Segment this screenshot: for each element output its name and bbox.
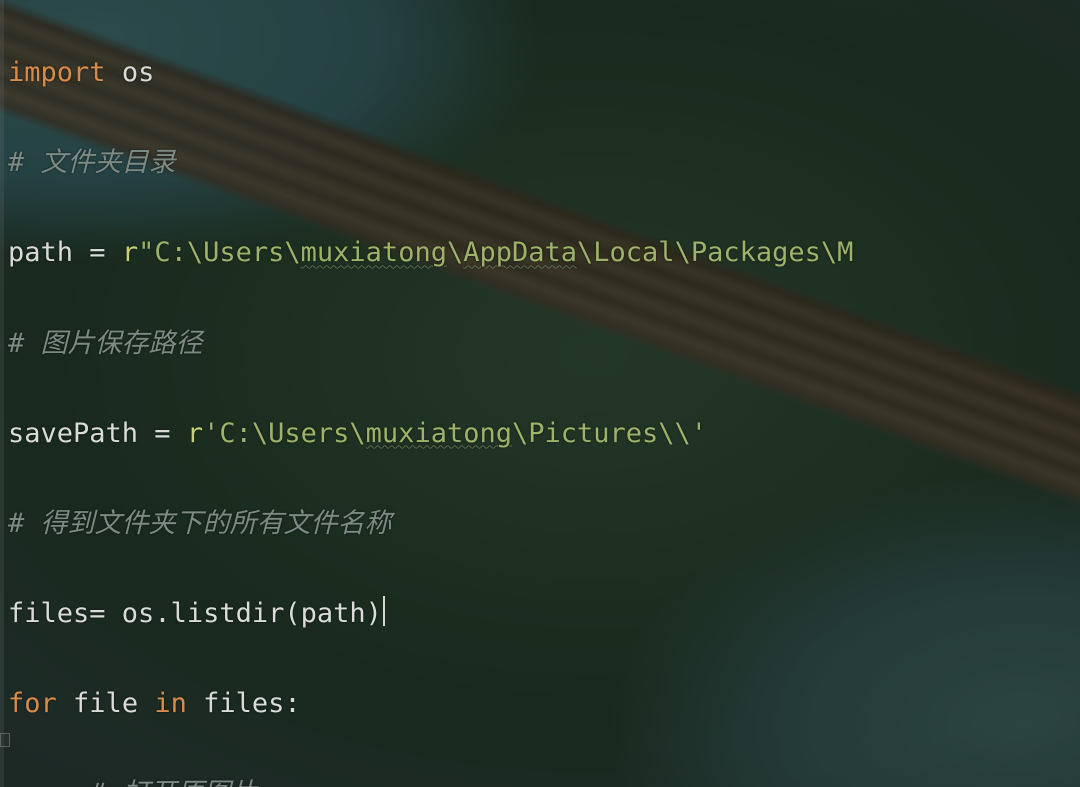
comment-hash: # — [90, 778, 106, 787]
gutter — [0, 0, 4, 787]
string-warn: muxiatong — [366, 418, 512, 449]
code-line-8[interactable]: for file in files: — [8, 678, 1080, 729]
code-line-2[interactable]: # 文件夹目录 — [8, 137, 1080, 188]
string-warn: AppData — [463, 237, 577, 268]
comment-hash: # — [8, 508, 24, 539]
string-quote: " — [138, 237, 154, 268]
comment-hash: # — [8, 328, 24, 359]
string-prefix-r: r — [187, 418, 203, 449]
code-line-9[interactable]: # 打开原图片 — [8, 768, 1080, 787]
keyword-for: for — [8, 688, 57, 719]
string-warn: muxiatong — [301, 237, 447, 268]
keyword-in: in — [154, 688, 187, 719]
code-line-3[interactable]: path = r"C:\Users\muxiatong\AppData\Loca… — [8, 227, 1080, 278]
text-cursor — [383, 596, 385, 626]
var-path: path — [8, 237, 73, 268]
comment-hash: # — [8, 147, 24, 178]
code-line-6[interactable]: # 得到文件夹下的所有文件名称 — [8, 498, 1080, 549]
func-listdir: listdir — [171, 598, 285, 629]
module-os: os — [122, 57, 155, 88]
comment-text: 图片保存路径 — [24, 328, 202, 359]
code-line-5[interactable]: savePath = r'C:\Users\muxiatong\Pictures… — [8, 408, 1080, 459]
string-quote: ' — [203, 418, 219, 449]
var-files: files — [8, 598, 89, 629]
code-line-4[interactable]: # 图片保存路径 — [8, 318, 1080, 369]
comment-text: 得到文件夹下的所有文件名称 — [24, 508, 391, 539]
code-line-1[interactable]: import os — [8, 47, 1080, 98]
string-quote: ' — [691, 418, 707, 449]
keyword-import: import — [8, 57, 106, 88]
code-line-7[interactable]: files= os.listdir(path) — [8, 588, 1080, 639]
code-editor[interactable]: import os # 文件夹目录 path = r"C:\Users\muxi… — [8, 0, 1080, 787]
comment-text: 文件夹目录 — [24, 147, 175, 178]
var-savepath: savePath — [8, 418, 138, 449]
string-prefix-r: r — [122, 237, 138, 268]
comment-text: 打开原图片 — [106, 778, 257, 787]
